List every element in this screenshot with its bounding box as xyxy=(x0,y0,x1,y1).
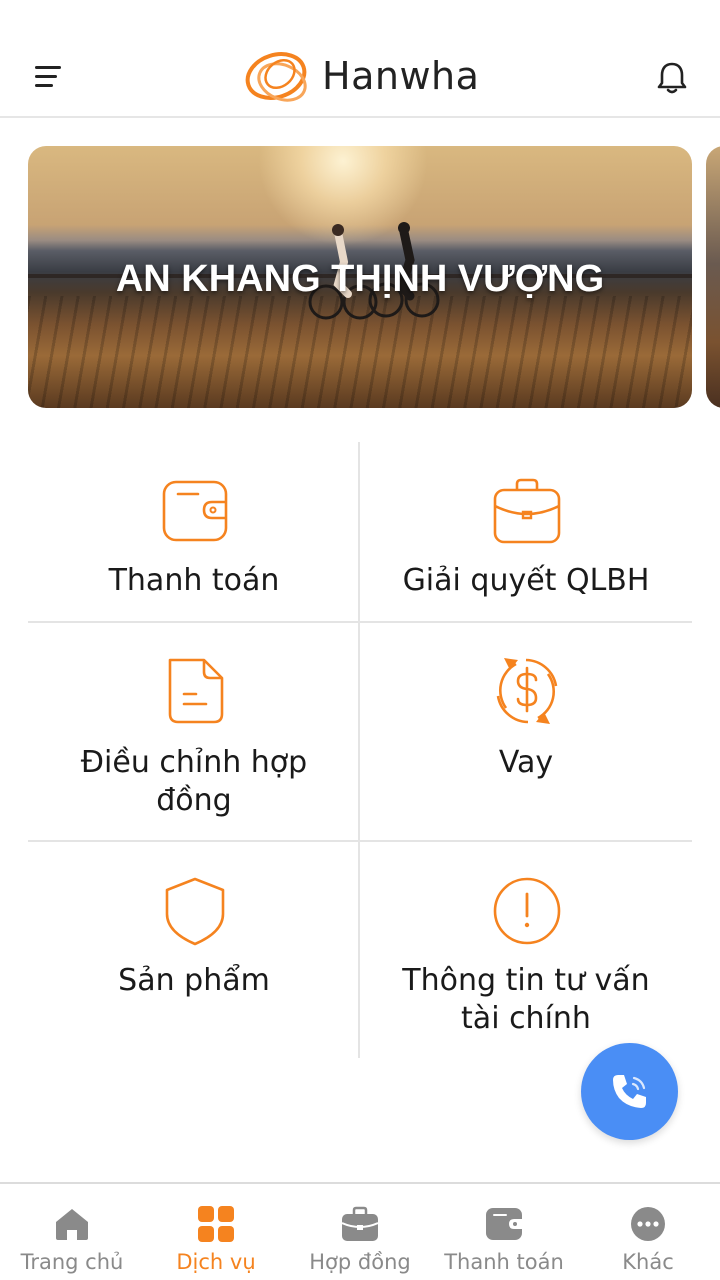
tab-trang-chu[interactable]: Trang chủ xyxy=(0,1184,144,1280)
service-label: Sản phẩm xyxy=(118,963,270,998)
service-label: Thông tin tư vấn tài chính xyxy=(402,963,650,1036)
home-icon xyxy=(56,1209,88,1240)
brand-name: Hanwha xyxy=(322,54,480,98)
service-vay[interactable]: Vay xyxy=(360,622,692,840)
banner-next-slide-peek[interactable] xyxy=(706,146,720,408)
hamburger-menu-icon[interactable] xyxy=(30,62,66,92)
tab-thanh-toan[interactable]: Thanh toán xyxy=(432,1184,576,1280)
dollar-exchange-icon xyxy=(496,658,558,724)
service-label: Thanh toán xyxy=(108,563,280,598)
tab-label: Dịch vụ xyxy=(176,1250,256,1274)
briefcase-icon xyxy=(493,478,561,544)
service-thanh-toan[interactable]: Thanh toán xyxy=(28,442,360,620)
service-label: Điều chỉnh hợp đồng xyxy=(80,745,308,818)
service-label: Giải quyết QLBH xyxy=(402,563,650,598)
shield-icon xyxy=(165,877,225,946)
info-circle-icon xyxy=(493,877,561,945)
call-button[interactable] xyxy=(581,1043,678,1140)
service-label: Vay xyxy=(498,745,554,780)
phone-icon xyxy=(613,1075,646,1108)
banner-title: AN KHANG THỊNH VƯỢNG xyxy=(115,258,605,300)
briefcase-icon xyxy=(342,1206,378,1241)
tab-label: Khác xyxy=(622,1250,674,1274)
app-header: Hanwha xyxy=(0,0,720,118)
banner-carousel[interactable]: AN KHANG THỊNH VƯỢNG xyxy=(0,146,720,410)
wallet-icon xyxy=(162,480,228,542)
bell-icon[interactable] xyxy=(652,58,692,98)
service-thong-tin-tu-van-tai-chinh[interactable]: Thông tin tư vấn tài chính xyxy=(360,842,692,1058)
tab-hop-dong[interactable]: Hợp đồng xyxy=(288,1184,432,1280)
hanwha-logo-mark xyxy=(245,52,307,102)
banner-slide[interactable]: AN KHANG THỊNH VƯỢNG xyxy=(28,146,692,408)
service-san-pham[interactable]: Sản phẩm xyxy=(28,842,360,1058)
service-dieu-chinh-hop-dong[interactable]: Điều chỉnh hợp đồng xyxy=(28,622,360,840)
tab-khac[interactable]: Khác xyxy=(576,1184,720,1280)
grid-icon xyxy=(198,1206,234,1242)
tab-dich-vu[interactable]: Dịch vụ xyxy=(144,1184,288,1280)
document-icon xyxy=(168,658,224,724)
more-icon xyxy=(631,1207,665,1241)
bottom-tab-bar: Trang chủ Dịch vụ Hợp đồng Thanh toán Kh… xyxy=(0,1182,720,1280)
service-giai-quyet-qlbh[interactable]: Giải quyết QLBH xyxy=(360,442,692,620)
tab-label: Trang chủ xyxy=(20,1250,124,1274)
tab-label: Hợp đồng xyxy=(309,1250,411,1274)
hanwha-logo: Hanwha xyxy=(242,44,492,110)
wallet-icon xyxy=(486,1208,522,1240)
tab-label: Thanh toán xyxy=(444,1250,564,1274)
